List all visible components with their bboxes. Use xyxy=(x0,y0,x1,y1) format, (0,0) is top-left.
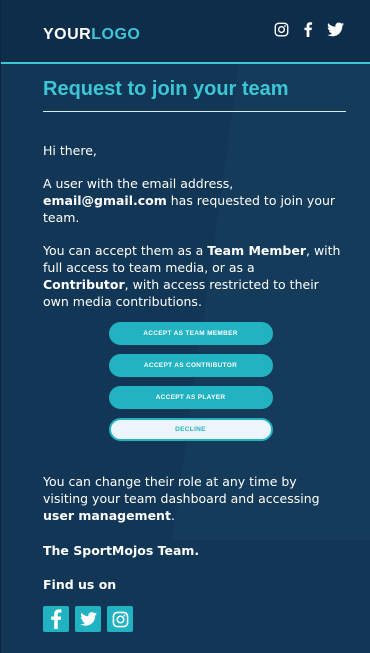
accept-team-member-button[interactable]: ACCEPT AS TEAM MEMBER xyxy=(108,322,273,345)
signoff: The SportMojos Team. xyxy=(43,543,200,558)
page-title: Request to join your team xyxy=(43,78,289,100)
roles-paragraph: You can accept them as a Team Member, wi… xyxy=(43,242,342,310)
action-buttons: ACCEPT AS TEAM MEMBER ACCEPT AS CONTRIBU… xyxy=(39,322,342,441)
user-management-text: user management xyxy=(43,508,171,523)
role-change-text-c: . xyxy=(170,508,175,523)
title-divider xyxy=(43,111,346,112)
facebook-icon[interactable] xyxy=(303,22,313,37)
header-social-links xyxy=(274,22,344,37)
instagram-icon[interactable] xyxy=(107,606,133,632)
accept-player-button[interactable]: ACCEPT AS PLAYER xyxy=(108,386,273,409)
requester-email: email@gmail.com xyxy=(43,193,167,208)
accept-contributor-button[interactable]: ACCEPT AS CONTRIBUTOR xyxy=(108,354,273,377)
find-us-heading: Find us on xyxy=(43,577,117,592)
role-team-member: Team Member xyxy=(207,243,306,258)
request-text-prefix: A user with the email address, xyxy=(43,176,234,191)
roles-text-a: You can accept them as a xyxy=(43,243,208,258)
role-change-text-a: You can change their role at any time by… xyxy=(43,474,320,506)
greeting: Hi there, xyxy=(43,143,97,158)
footer-social-links xyxy=(43,606,342,632)
twitter-icon[interactable] xyxy=(327,22,344,37)
logo-part-2: LOGO xyxy=(91,26,141,43)
request-paragraph: A user with the email address, email@gma… xyxy=(43,175,342,226)
email-body: Request to join your team Hi there, A us… xyxy=(1,78,370,632)
role-change-paragraph: You can change their role at any time by… xyxy=(43,473,342,524)
logo[interactable]: YOURLOGO xyxy=(43,26,140,44)
twitter-icon[interactable] xyxy=(75,606,101,632)
logo-part-1: YOUR xyxy=(43,26,92,43)
email-header: YOURLOGO xyxy=(1,0,370,64)
decline-button[interactable]: DECLINE xyxy=(108,418,273,441)
instagram-icon[interactable] xyxy=(274,22,289,37)
role-contributor: Contributor xyxy=(43,277,125,292)
facebook-icon[interactable] xyxy=(43,606,69,632)
email-container: YOURLOGO Request to join your team Hi th… xyxy=(0,0,370,653)
